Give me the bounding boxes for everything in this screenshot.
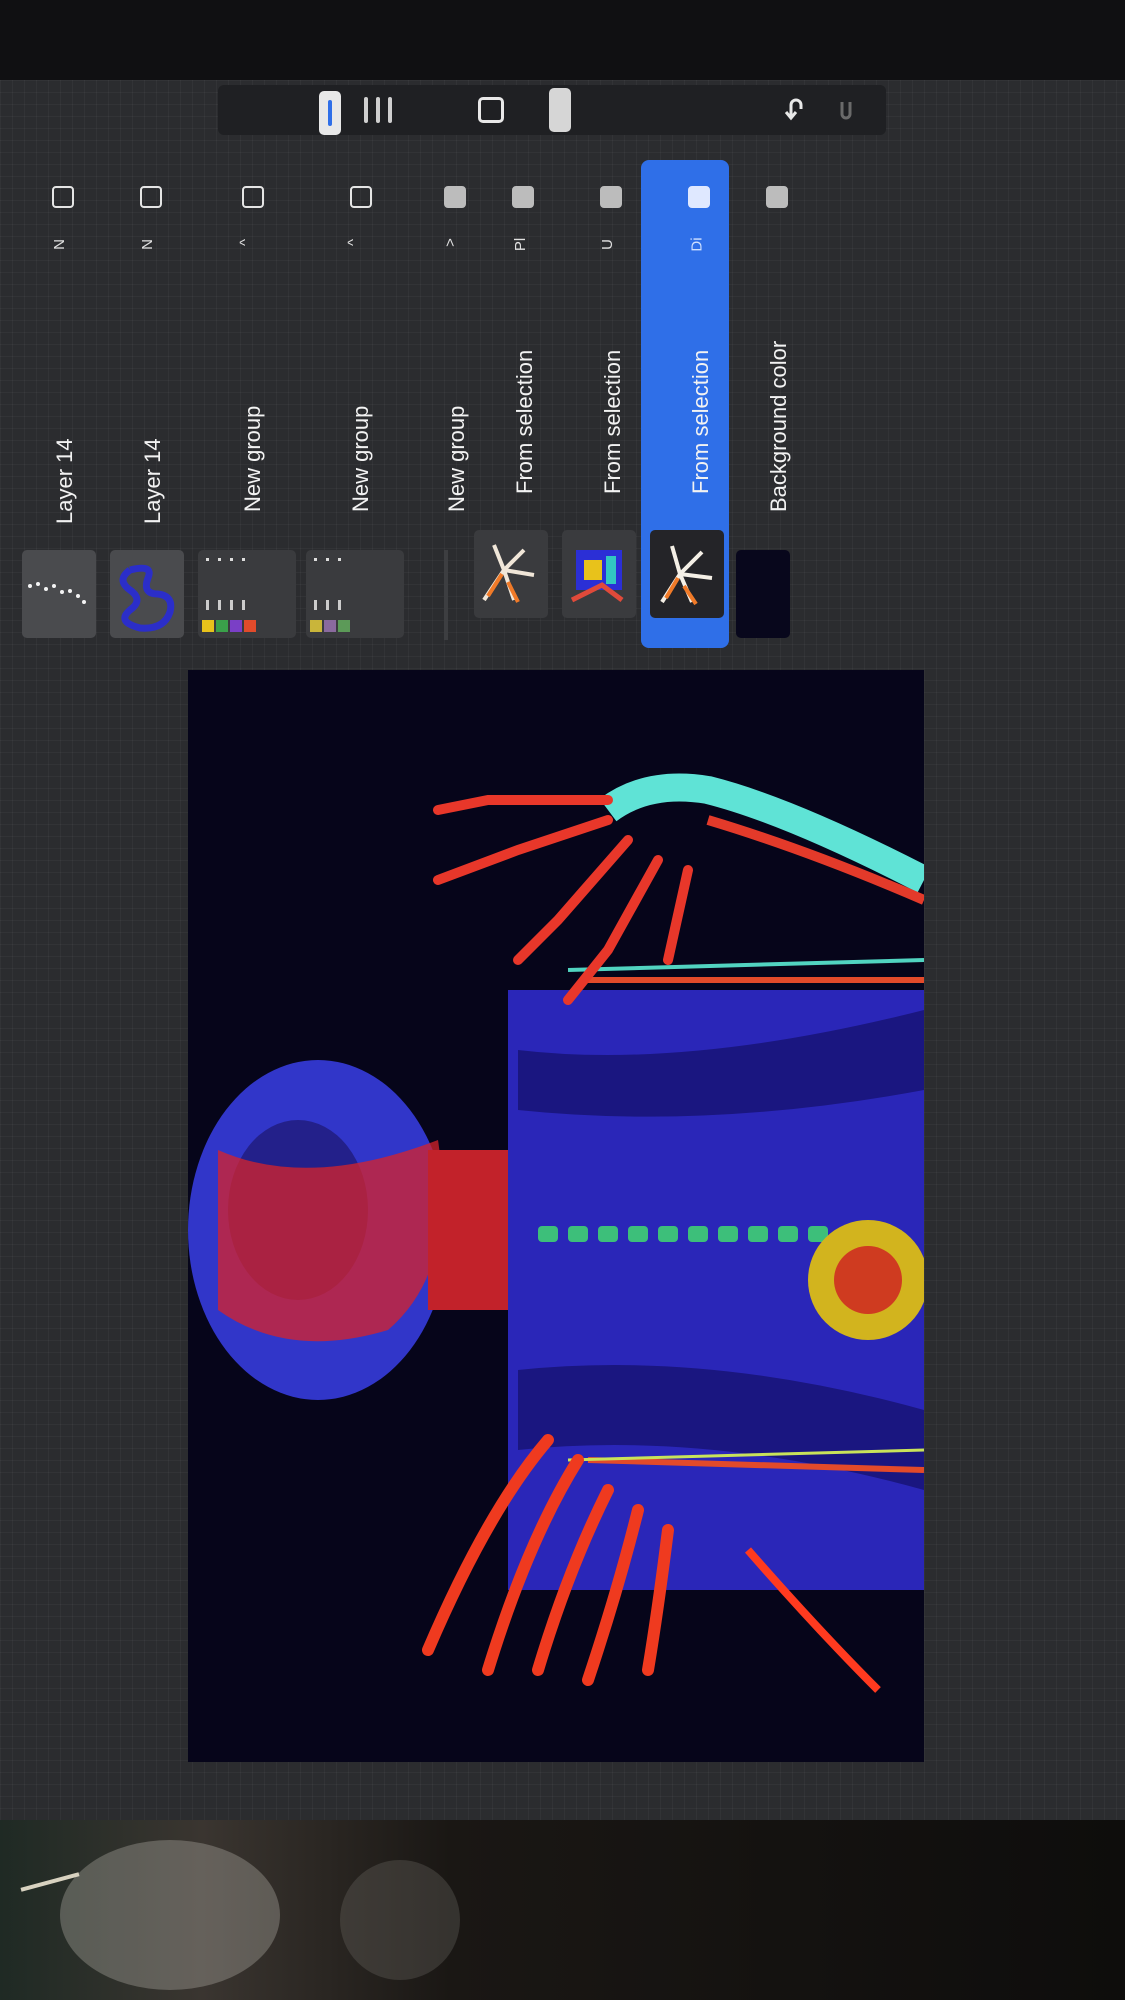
background-swatch[interactable] xyxy=(736,550,790,638)
device-top-bezel xyxy=(0,0,1125,80)
visibility-checkbox[interactable] xyxy=(444,186,466,208)
background-color-row[interactable]: Background color xyxy=(736,160,806,650)
xray-artwork xyxy=(188,670,924,1762)
visibility-checkbox[interactable] xyxy=(140,186,162,208)
sidebar-toolbar xyxy=(218,85,886,135)
group-divider xyxy=(444,550,448,640)
layer-row[interactable]: Layer 14 N xyxy=(22,160,100,650)
blend-mode-label[interactable]: N xyxy=(139,239,156,250)
visibility-checkbox[interactable] xyxy=(766,186,788,208)
layer-thumbnail[interactable] xyxy=(650,530,724,618)
brush-size-handle[interactable] xyxy=(316,91,344,135)
layer-name: From selection xyxy=(688,349,713,494)
blend-mode-label[interactable]: Pl xyxy=(512,238,529,251)
layer-thumbnail[interactable] xyxy=(474,530,548,618)
undo-button[interactable] xyxy=(778,93,814,127)
visibility-checkbox[interactable] xyxy=(600,186,622,208)
group-expand-chevron[interactable]: ^ xyxy=(237,239,254,246)
layer-thumbnail[interactable] xyxy=(110,550,184,638)
group-thumbnail[interactable] xyxy=(198,550,296,638)
visibility-checkbox[interactable] xyxy=(52,186,74,208)
drawing-canvas[interactable] xyxy=(188,670,924,1762)
layer-name: From selection xyxy=(600,349,625,494)
layer-row[interactable]: From selection Pl xyxy=(474,160,560,650)
modify-button[interactable] xyxy=(473,93,509,127)
blend-mode-label[interactable]: U xyxy=(599,239,616,250)
blend-mode-label[interactable]: Di xyxy=(689,237,706,251)
layer-name: Layer 14 xyxy=(52,438,77,524)
group-expand-chevron[interactable]: ^ xyxy=(345,239,362,246)
visibility-checkbox[interactable] xyxy=(688,186,710,208)
layer-row[interactable]: From selection U xyxy=(562,160,648,650)
layer-row-selected[interactable]: From selection Di xyxy=(650,160,736,650)
layer-thumbnail[interactable] xyxy=(562,530,636,618)
group-name: New group xyxy=(348,405,373,512)
undo-icon xyxy=(784,98,803,121)
layer-thumbnail[interactable] xyxy=(22,550,96,638)
layer-name: From selection xyxy=(512,349,537,494)
layers-panel: Layer 14 N Layer 14 N New group ^ New gr… xyxy=(14,160,794,650)
visibility-checkbox[interactable] xyxy=(350,186,372,208)
layer-name: Layer 14 xyxy=(140,438,165,524)
group-collapse-chevron[interactable]: > xyxy=(442,238,459,247)
opacity-handle[interactable] xyxy=(546,88,574,132)
group-thumbnail[interactable] xyxy=(306,550,404,638)
layer-row[interactable]: New group ^ xyxy=(198,160,298,650)
group-name: New group xyxy=(444,405,469,512)
layer-row[interactable]: New group ^ xyxy=(306,160,406,650)
visibility-checkbox[interactable] xyxy=(242,186,264,208)
visibility-checkbox[interactable] xyxy=(512,186,534,208)
square-icon xyxy=(478,97,504,123)
layer-row[interactable]: Layer 14 N xyxy=(110,160,188,650)
brush-size-slider-track[interactable] xyxy=(353,93,403,127)
device-bottom-bezel xyxy=(0,1820,1125,2000)
redo-icon xyxy=(840,102,852,120)
group-name: New group xyxy=(240,405,265,512)
layer-name: Background color xyxy=(766,340,791,512)
blend-mode-label[interactable]: N xyxy=(51,239,68,250)
redo-button[interactable] xyxy=(828,93,864,127)
